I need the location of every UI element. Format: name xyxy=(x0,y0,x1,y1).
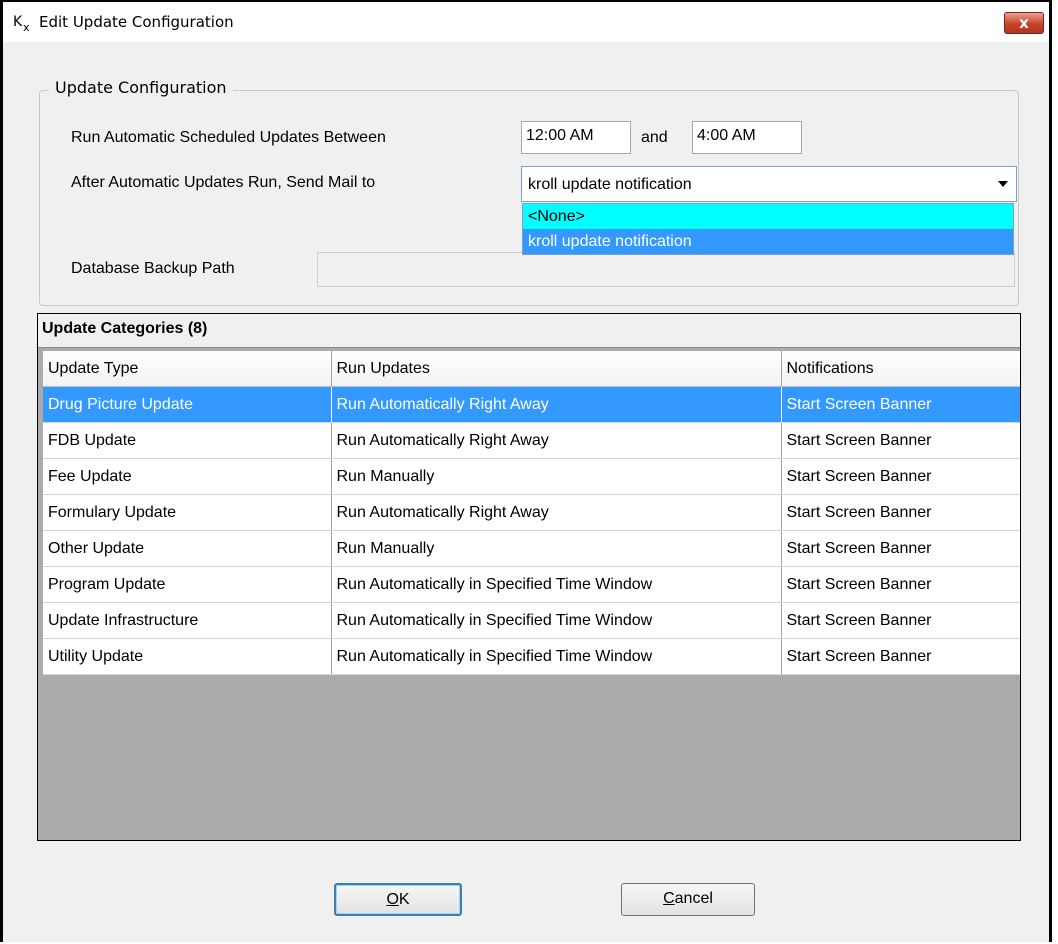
chevron-down-icon[interactable] xyxy=(998,181,1008,187)
cell-update-type[interactable]: Drug Picture Update xyxy=(43,386,332,423)
start-time-field[interactable]: 12:00 AM xyxy=(521,121,631,154)
cancel-button[interactable]: Cancel xyxy=(621,883,755,916)
and-label: and xyxy=(641,129,668,146)
window-title: Edit Update Configuration xyxy=(39,13,234,31)
cell-update-type[interactable]: Program Update xyxy=(43,566,332,603)
cell-run-updates[interactable]: Run Automatically in Specified Time Wind… xyxy=(331,602,782,639)
close-button[interactable]: x xyxy=(1004,12,1044,34)
cell-notifications[interactable]: Start Screen Banner xyxy=(781,530,1020,567)
schedule-label: Run Automatic Scheduled Updates Between xyxy=(71,129,386,146)
cell-notifications[interactable]: Start Screen Banner xyxy=(781,494,1020,531)
header-row: Update Type Run Updates Notifications xyxy=(43,351,1020,387)
cell-notifications[interactable]: Start Screen Banner xyxy=(781,602,1020,639)
title-bar[interactable]: K x Edit Update Configuration x xyxy=(3,2,1049,42)
cell-update-type[interactable]: Other Update xyxy=(43,530,332,567)
dropdown-option-kroll[interactable]: kroll update notification xyxy=(523,229,1013,254)
categories-table: Update Type Run Updates Notifications Dr… xyxy=(43,351,1020,675)
table-row[interactable]: Drug Picture Update Run Automatically Ri… xyxy=(43,386,1020,423)
update-categories-grid: Update Categories (8) Update Type Run Up… xyxy=(37,313,1021,841)
grid-caption: Update Categories (8) xyxy=(38,314,1020,348)
dropdown-option-none[interactable]: <None> xyxy=(523,204,1013,229)
cell-notifications[interactable]: Start Screen Banner xyxy=(781,386,1020,423)
backup-path-label: Database Backup Path xyxy=(71,260,235,277)
mail-selected-value: kroll update notification xyxy=(528,176,692,193)
column-header-run-updates[interactable]: Run Updates xyxy=(331,351,782,387)
svg-text:K: K xyxy=(13,14,23,30)
cell-update-type[interactable]: Formulary Update xyxy=(43,494,332,531)
cell-run-updates[interactable]: Run Automatically Right Away xyxy=(331,386,782,423)
ok-label-rest: K xyxy=(398,891,410,908)
cell-run-updates[interactable]: Run Automatically Right Away xyxy=(331,422,782,459)
cell-update-type[interactable]: FDB Update xyxy=(43,422,332,459)
table-row[interactable]: FDB Update Run Automatically Right Away … xyxy=(43,422,1020,459)
cell-update-type[interactable]: Fee Update xyxy=(43,458,332,495)
close-icon: x xyxy=(1019,14,1029,32)
ok-button[interactable]: OK xyxy=(334,883,462,916)
mail-dropdown-list: <None> kroll update notification xyxy=(522,203,1014,255)
backup-path-field[interactable] xyxy=(317,252,1015,287)
ok-mnemonic: O xyxy=(386,891,399,908)
kroll-app-icon: K x xyxy=(13,14,30,32)
cancel-label-rest: ancel xyxy=(674,890,713,907)
cell-update-type[interactable]: Utility Update xyxy=(43,638,332,675)
column-header-notifications[interactable]: Notifications xyxy=(781,351,1020,387)
table-row[interactable]: Formulary Update Run Automatically Right… xyxy=(43,494,1020,531)
cell-notifications[interactable]: Start Screen Banner xyxy=(781,566,1020,603)
cell-run-updates[interactable]: Run Automatically in Specified Time Wind… xyxy=(331,566,782,603)
table-row[interactable]: Program Update Run Automatically in Spec… xyxy=(43,566,1020,603)
column-header-update-type[interactable]: Update Type xyxy=(43,351,332,387)
cell-run-updates[interactable]: Run Automatically in Specified Time Wind… xyxy=(331,638,782,675)
cell-update-type[interactable]: Update Infrastructure xyxy=(43,602,332,639)
table-row[interactable]: Fee Update Run Manually Start Screen Ban… xyxy=(43,458,1020,495)
dialog-window: K x Edit Update Configuration x Update C… xyxy=(0,0,1052,942)
mail-recipient-select[interactable]: kroll update notification xyxy=(521,166,1017,202)
cell-notifications[interactable]: Start Screen Banner xyxy=(781,458,1020,495)
svg-text:x: x xyxy=(23,21,30,32)
cell-notifications[interactable]: Start Screen Banner xyxy=(781,638,1020,675)
table-row[interactable]: Update Infrastructure Run Automatically … xyxy=(43,602,1020,639)
cell-notifications[interactable]: Start Screen Banner xyxy=(781,422,1020,459)
cell-run-updates[interactable]: Run Manually xyxy=(331,530,782,567)
group-title: Update Configuration xyxy=(49,78,233,97)
cancel-mnemonic: C xyxy=(663,890,675,907)
cell-run-updates[interactable]: Run Manually xyxy=(331,458,782,495)
table-row[interactable]: Utility Update Run Automatically in Spec… xyxy=(43,638,1020,675)
mail-label: After Automatic Updates Run, Send Mail t… xyxy=(71,174,376,191)
table-row[interactable]: Other Update Run Manually Start Screen B… xyxy=(43,530,1020,567)
end-time-field[interactable]: 4:00 AM xyxy=(692,121,802,154)
cell-run-updates[interactable]: Run Automatically Right Away xyxy=(331,494,782,531)
